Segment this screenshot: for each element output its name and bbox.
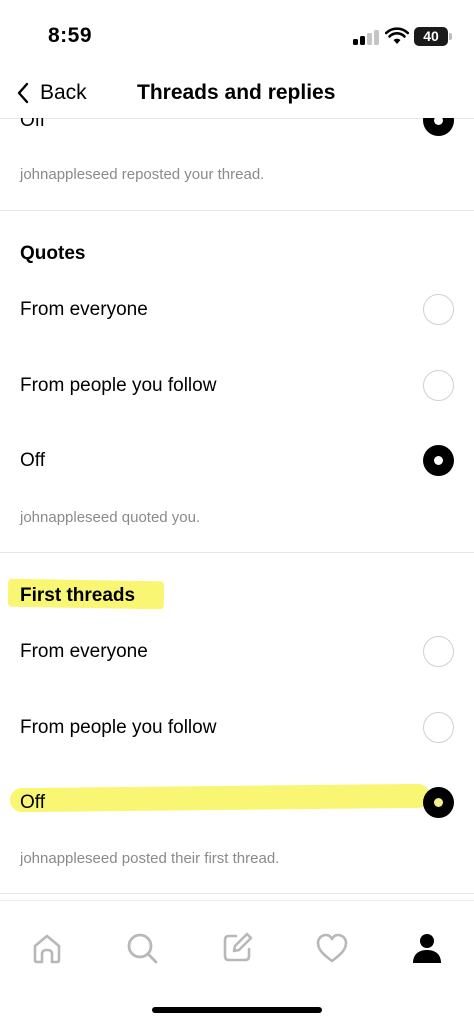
compose-icon (223, 932, 253, 962)
heart-icon (316, 933, 348, 963)
first-threads-option-following[interactable]: From people you follow (0, 703, 474, 753)
profile-icon (413, 934, 441, 963)
quotes-option-everyone[interactable]: From everyone (0, 285, 474, 335)
status-time: 8:59 (48, 24, 93, 47)
tab-profile[interactable] (409, 930, 445, 966)
settings-list[interactable]: Off johnappleseed reposted your thread. … (0, 118, 474, 900)
status-bar: 8:59 40 (0, 0, 474, 72)
option-label: From everyone (20, 641, 148, 662)
reposts-option-off[interactable]: Off (0, 118, 474, 146)
first-threads-option-everyone[interactable]: From everyone (0, 627, 474, 677)
section-divider (0, 893, 474, 894)
tab-activity[interactable] (314, 930, 350, 966)
nav-header: Back Threads and replies (0, 72, 474, 112)
home-indicator[interactable] (152, 1007, 322, 1013)
reposts-caption: johnappleseed reposted your thread. (20, 166, 265, 183)
option-label: Off (20, 118, 45, 131)
radio-unselected-icon[interactable] (423, 370, 454, 401)
radio-selected-icon[interactable] (423, 787, 454, 818)
first-threads-caption: johnappleseed posted their first thread. (20, 850, 280, 867)
quotes-option-following[interactable]: From people you follow (0, 361, 474, 411)
quotes-section-title: Quotes (20, 243, 86, 264)
first-threads-section-title: First threads (20, 585, 136, 606)
quotes-option-off[interactable]: Off (0, 436, 474, 486)
home-icon (33, 934, 61, 964)
option-label: From people you follow (20, 375, 217, 396)
battery-icon: 40 (414, 27, 448, 46)
section-divider (0, 210, 474, 211)
chevron-left-icon (17, 82, 29, 104)
battery-nub (449, 33, 452, 40)
option-label: From people you follow (20, 717, 217, 738)
quotes-caption: johnappleseed quoted you. (20, 509, 201, 526)
radio-unselected-icon[interactable] (423, 636, 454, 667)
cellular-signal-icon (353, 30, 379, 45)
tab-home[interactable] (29, 930, 65, 966)
radio-selected-icon[interactable] (423, 445, 454, 476)
back-button[interactable]: Back (16, 78, 87, 108)
back-label: Back (40, 81, 87, 104)
option-label: Off (20, 792, 45, 813)
radio-unselected-icon[interactable] (423, 712, 454, 743)
option-label: Off (20, 450, 45, 471)
search-icon (127, 933, 158, 964)
first-threads-option-off[interactable]: Off (0, 778, 474, 828)
option-label: From everyone (20, 299, 148, 320)
page-title: Threads and replies (137, 81, 336, 104)
wifi-icon (385, 27, 409, 44)
tab-search[interactable] (124, 930, 160, 966)
section-divider (0, 552, 474, 553)
tab-compose[interactable] (219, 930, 255, 966)
radio-unselected-icon[interactable] (423, 294, 454, 325)
radio-selected-icon[interactable] (423, 118, 454, 136)
